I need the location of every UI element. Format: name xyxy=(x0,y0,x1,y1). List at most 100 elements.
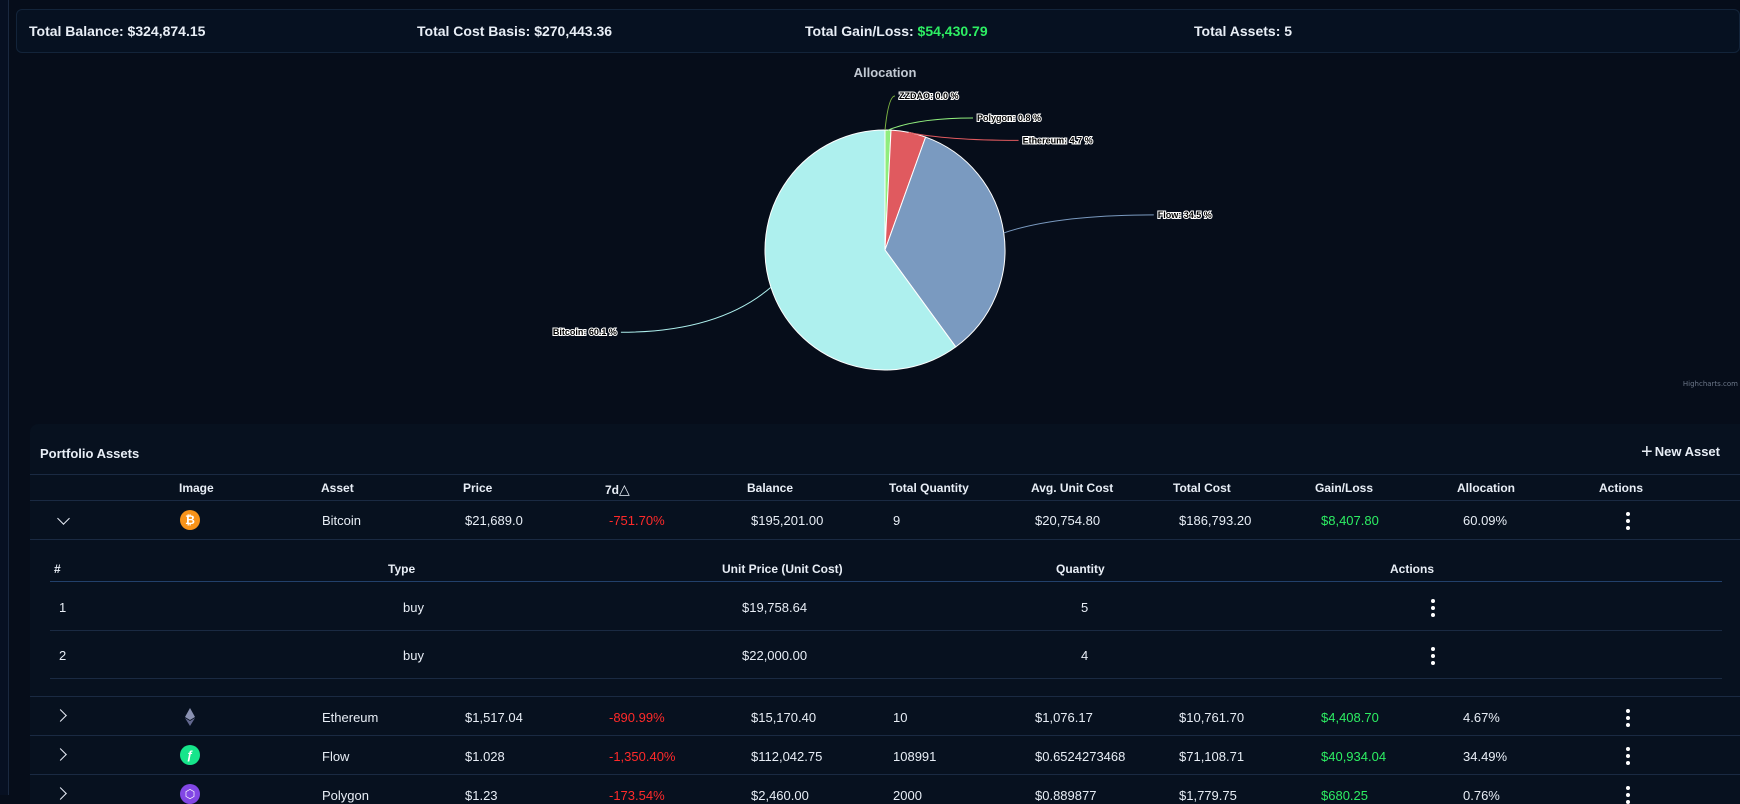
asset-7d-change: -173.54% xyxy=(609,788,665,803)
new-asset-button[interactable]: + New Asset xyxy=(1641,444,1720,459)
col-actions: Actions xyxy=(1599,481,1643,495)
total-balance-label: Total Balance: xyxy=(29,23,124,39)
new-asset-label: New Asset xyxy=(1655,444,1720,459)
col-allocation[interactable]: Allocation xyxy=(1457,481,1515,495)
asset-allocation: 34.49% xyxy=(1463,749,1507,764)
asset-balance: $15,170.40 xyxy=(751,710,816,725)
divider xyxy=(30,735,1740,736)
col-gain-loss[interactable]: Gain/Loss xyxy=(1315,481,1373,495)
pie-connector-polygon xyxy=(888,118,973,130)
delta-icon: △ xyxy=(619,481,630,497)
divider xyxy=(50,581,1722,582)
col-image: Image xyxy=(179,481,214,495)
chart-credits-link[interactable]: Highcharts.com xyxy=(1683,380,1738,388)
asset-gain: $8,407.80 xyxy=(1321,513,1379,528)
tx-type: buy xyxy=(403,648,424,663)
asset-avg-cost: $1,076.17 xyxy=(1035,710,1093,725)
tx-col-quantity: Quantity xyxy=(1056,562,1105,576)
pie-label-bitcoin: Bitcoin: 60.1 % xyxy=(553,327,617,337)
asset-total-cost: $1,779.75 xyxy=(1179,788,1237,803)
col-7d-label: 7d xyxy=(605,483,619,497)
asset-gain: $40,934.04 xyxy=(1321,749,1386,764)
asset-name: Bitcoin xyxy=(322,513,361,528)
asset-quantity: 9 xyxy=(893,513,900,528)
pie-connector-bitcoin xyxy=(621,287,771,332)
sidebar-edge xyxy=(0,0,9,795)
portfolio-assets-panel: Portfolio Assets + New Asset Image Asset… xyxy=(30,424,1740,804)
col-total-quantity[interactable]: Total Quantity xyxy=(889,481,969,495)
col-price[interactable]: Price xyxy=(463,481,492,495)
col-total-cost[interactable]: Total Cost xyxy=(1173,481,1231,495)
tx-col-type: Type xyxy=(388,562,415,576)
tx-unit-price: $22,000.00 xyxy=(742,648,807,663)
pie-connector-zzdao xyxy=(885,96,895,130)
bitcoin-icon: ₿ xyxy=(180,510,200,530)
divider xyxy=(30,774,1740,775)
total-gain-label: Total Gain/Loss: xyxy=(805,23,914,39)
tx-col-actions: Actions xyxy=(1390,562,1434,576)
tx-actions-menu-icon[interactable] xyxy=(1431,647,1435,665)
divider xyxy=(50,678,1722,679)
asset-price: $1.23 xyxy=(465,788,498,803)
allocation-pie-svg: Allocation ZZDAO: 0.0 %Polygon: 0.8 %Eth… xyxy=(16,58,1740,393)
tx-type: buy xyxy=(403,600,424,615)
tx-quantity: 5 xyxy=(1081,600,1088,615)
asset-quantity: 10 xyxy=(893,710,907,725)
plus-icon: + xyxy=(1641,445,1653,459)
asset-avg-cost: $0.6524273468 xyxy=(1035,749,1125,764)
asset-price: $21,689.0 xyxy=(465,513,523,528)
tx-num: 1 xyxy=(59,600,66,615)
asset-price: $1.028 xyxy=(465,749,505,764)
col-7d[interactable]: 7d△ xyxy=(605,481,630,498)
total-cost-basis: Total Cost Basis: $270,443.36 xyxy=(417,23,612,39)
asset-quantity: 2000 xyxy=(893,788,922,803)
divider xyxy=(30,474,1740,475)
asset-balance: $2,460.00 xyxy=(751,788,809,803)
row-actions-menu-icon[interactable] xyxy=(1626,786,1630,804)
pie-connector-flow xyxy=(1004,215,1154,233)
pie-label-ethereum: Ethereum: 4.7 % xyxy=(1023,135,1093,145)
col-asset[interactable]: Asset xyxy=(321,481,354,495)
asset-allocation: 60.09% xyxy=(1463,513,1507,528)
row-actions-menu-icon[interactable] xyxy=(1626,709,1630,727)
row-actions-menu-icon[interactable] xyxy=(1626,512,1630,530)
asset-avg-cost: $0.889877 xyxy=(1035,788,1096,803)
asset-7d-change: -890.99% xyxy=(609,710,665,725)
polygon-icon: ⬡ xyxy=(180,784,200,804)
tx-actions-menu-icon[interactable] xyxy=(1431,599,1435,617)
portfolio-summary-bar: Total Balance: $324,874.15 Total Cost Ba… xyxy=(16,9,1740,53)
divider xyxy=(30,539,1740,540)
asset-gain: $680.25 xyxy=(1321,788,1368,803)
expand-chevron-icon[interactable] xyxy=(54,748,67,761)
asset-7d-change: -1,350.40% xyxy=(609,749,676,764)
asset-total-cost: $10,761.70 xyxy=(1179,710,1244,725)
asset-7d-change: -751.70% xyxy=(609,513,665,528)
total-balance-value: $324,874.15 xyxy=(128,23,206,39)
total-cost-label: Total Cost Basis: xyxy=(417,23,530,39)
divider xyxy=(30,696,1740,697)
col-avg-unit-cost[interactable]: Avg. Unit Cost xyxy=(1031,481,1113,495)
expand-chevron-icon[interactable] xyxy=(54,787,67,800)
total-gain-value: $54,430.79 xyxy=(918,23,988,39)
ethereum-icon xyxy=(180,707,200,727)
total-assets-label: Total Assets: xyxy=(1194,23,1280,39)
asset-balance: $195,201.00 xyxy=(751,513,823,528)
tx-col-num: # xyxy=(54,562,61,576)
pie-label-polygon: Polygon: 0.8 % xyxy=(977,113,1041,123)
expand-chevron-icon[interactable] xyxy=(54,709,67,722)
tx-quantity: 4 xyxy=(1081,648,1088,663)
asset-avg-cost: $20,754.80 xyxy=(1035,513,1100,528)
tx-unit-price: $19,758.64 xyxy=(742,600,807,615)
tx-num: 2 xyxy=(59,648,66,663)
pie-label-flow: Flow: 34.5 % xyxy=(1158,210,1212,220)
total-assets-value: 5 xyxy=(1284,23,1292,39)
asset-allocation: 4.67% xyxy=(1463,710,1500,725)
divider xyxy=(30,500,1740,501)
flow-icon: ƒ xyxy=(180,745,200,765)
col-balance[interactable]: Balance xyxy=(747,481,793,495)
row-actions-menu-icon[interactable] xyxy=(1626,747,1630,765)
total-cost-value: $270,443.36 xyxy=(534,23,612,39)
divider xyxy=(50,630,1722,631)
collapse-chevron-icon[interactable] xyxy=(57,512,70,525)
total-assets: Total Assets: 5 xyxy=(1194,23,1292,39)
